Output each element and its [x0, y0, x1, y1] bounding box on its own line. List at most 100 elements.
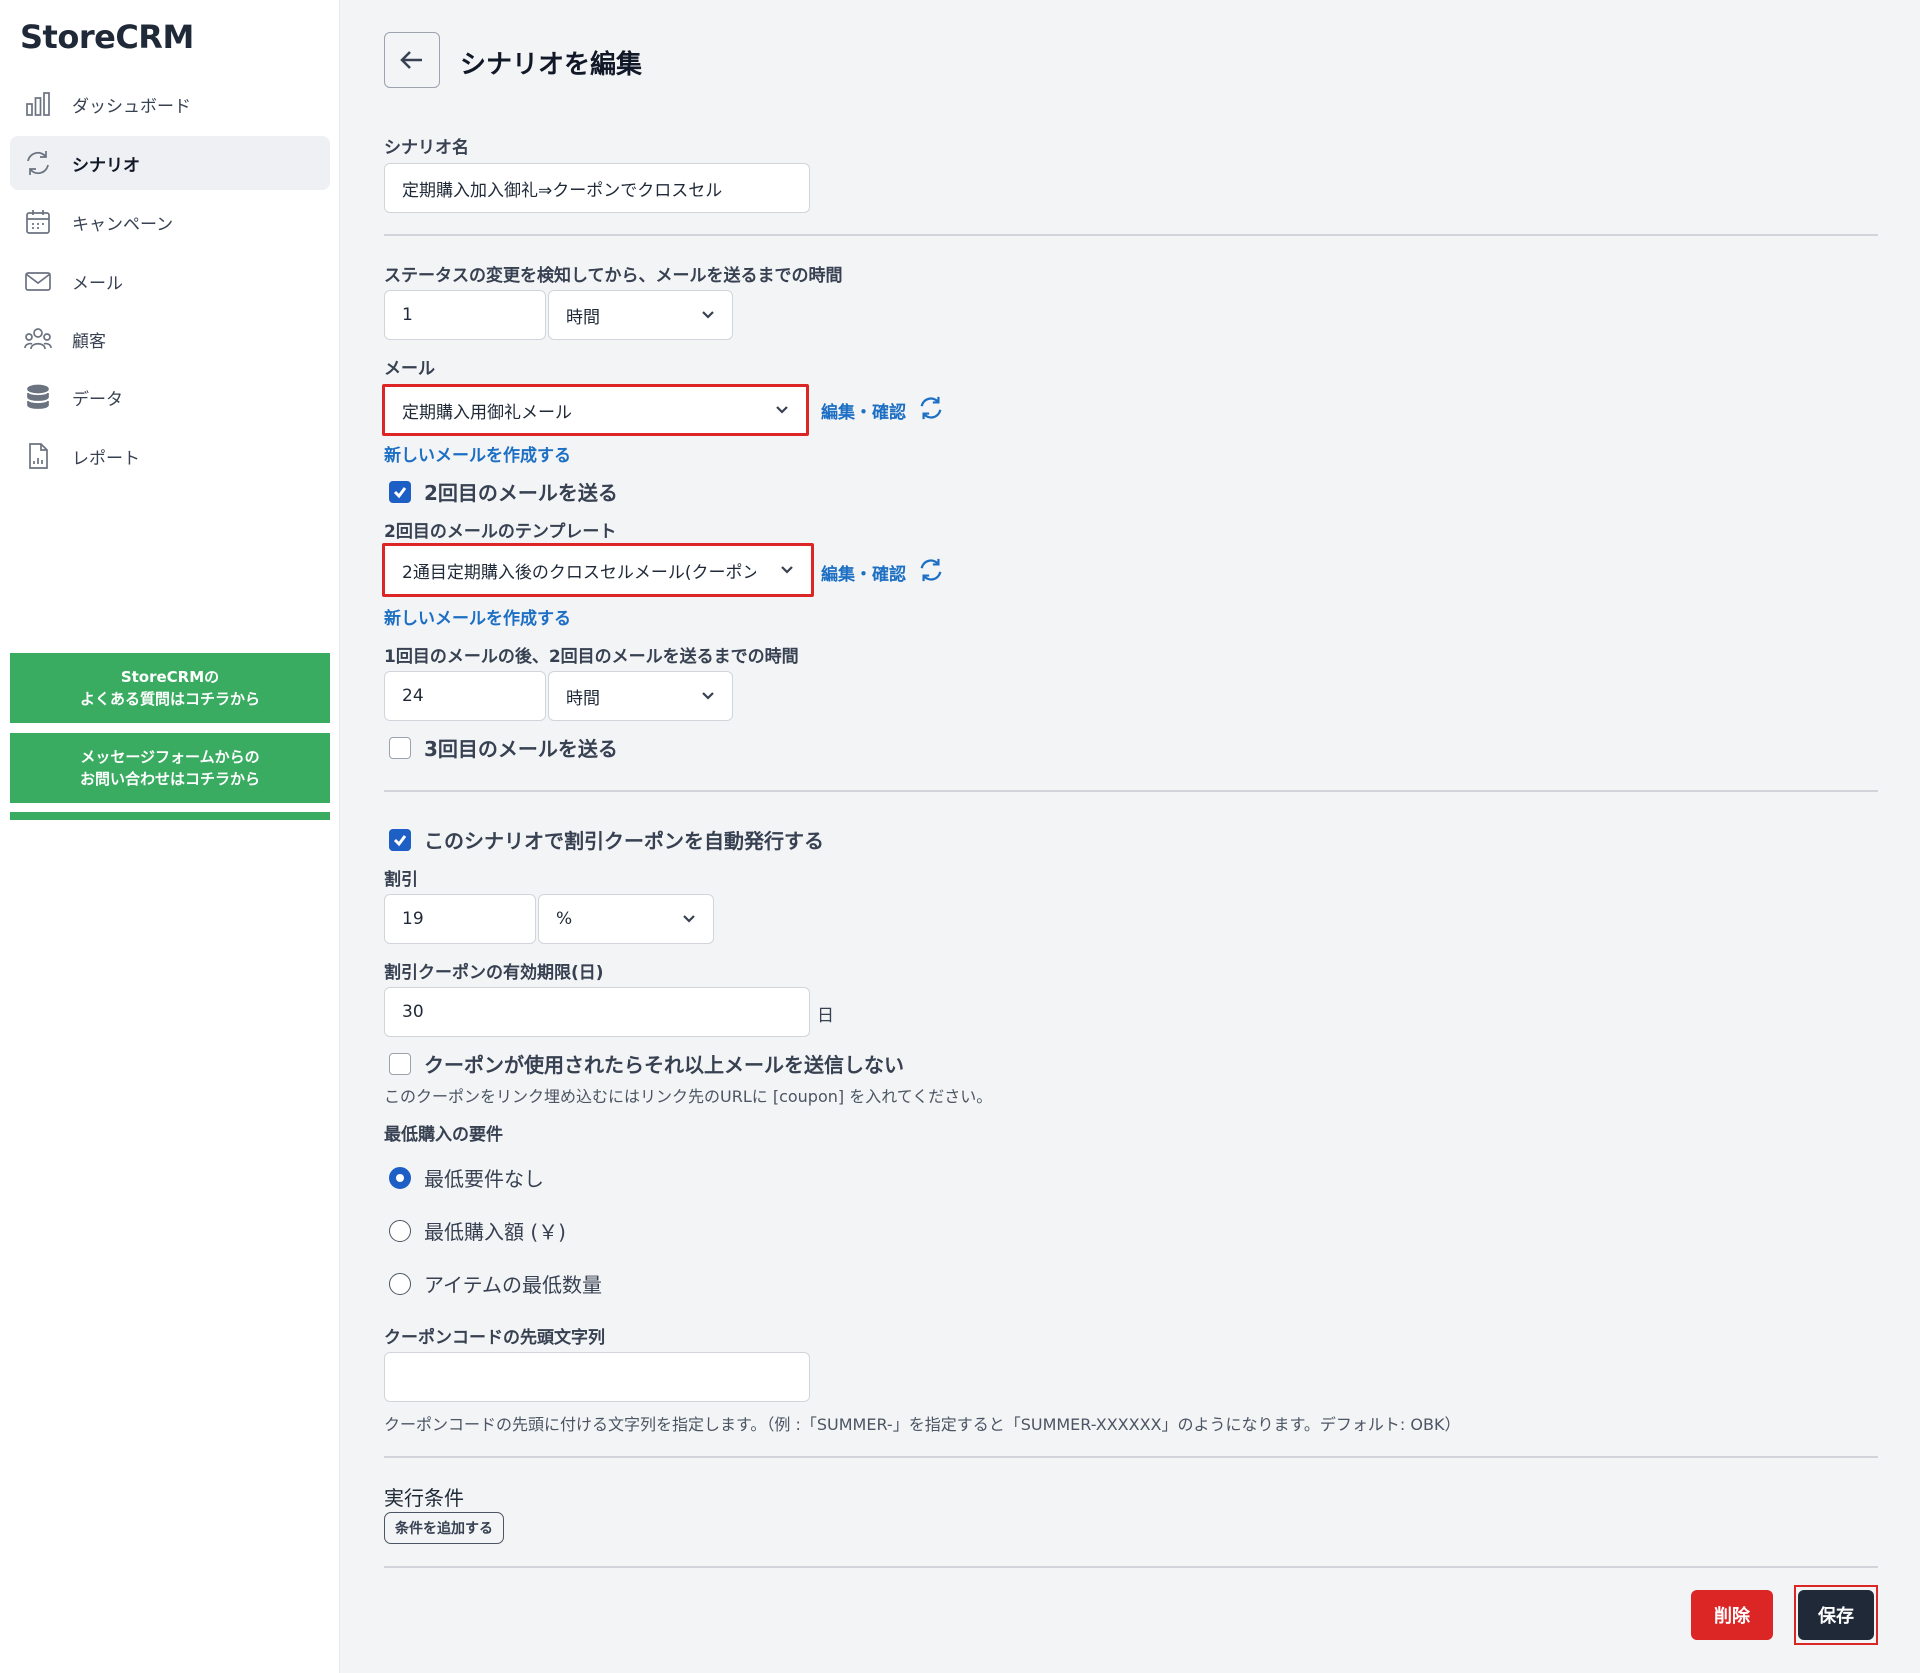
- database-icon: [24, 383, 52, 411]
- second-delay-unit-select[interactable]: 時間: [548, 671, 733, 721]
- sidebar-item-data[interactable]: データ: [10, 370, 330, 424]
- sidebar-item-label: レポート: [72, 448, 140, 469]
- third-mail-checkbox[interactable]: [389, 736, 411, 759]
- chevron-down-icon: [774, 402, 790, 418]
- discount-unit-select[interactable]: %: [538, 894, 714, 944]
- second-template-value: 2通目定期購入後のクロスセルメール(クーポン付き): [402, 562, 756, 583]
- radio-label: 最低要件なし: [424, 1167, 544, 1191]
- sidebar-item-label: キャンペーン: [72, 214, 174, 235]
- radio-button[interactable]: [389, 1166, 411, 1189]
- mail-select[interactable]: 定期購入用御礼メール: [382, 384, 809, 436]
- chevron-down-icon: [681, 911, 697, 927]
- radio-min-amount[interactable]: 最低購入額 (￥): [384, 1216, 566, 1245]
- arrow-left-icon: [400, 51, 422, 69]
- faq-line-2: よくある質問はコチラから: [79, 690, 260, 708]
- divider: [384, 790, 1878, 792]
- app-logo: StoreCRM: [20, 18, 194, 56]
- chevron-down-icon: [779, 562, 795, 578]
- faq-button[interactable]: StoreCRMの よくある質問はコチラから: [10, 653, 330, 723]
- contact-line-1: メッセージフォームからの: [80, 748, 260, 766]
- mail-select-value: 定期購入用御礼メール: [402, 402, 572, 423]
- divider: [384, 1456, 1878, 1458]
- coupon-auto-checkbox[interactable]: [389, 828, 411, 851]
- stop-on-use-checkbox[interactable]: [389, 1052, 411, 1075]
- chevron-down-icon: [700, 307, 716, 323]
- check-icon: [393, 486, 407, 498]
- delay-unit-value: 時間: [566, 307, 600, 328]
- delay-input[interactable]: 1: [384, 290, 546, 340]
- radio-label: 最低購入額 (￥): [424, 1220, 566, 1244]
- faq-line-1: StoreCRMの: [120, 668, 220, 686]
- second-mail-check-label: 2回目のメールを送る: [424, 481, 618, 505]
- sidebar-item-dashboard[interactable]: ダッシュボード: [10, 77, 330, 131]
- help-strip: [10, 812, 330, 820]
- radio-min-quantity[interactable]: アイテムの最低数量: [384, 1269, 602, 1298]
- conditions-title: 実行条件: [384, 1486, 464, 1510]
- divider: [384, 234, 1878, 236]
- edit-confirm-link[interactable]: 編集・確認: [821, 398, 906, 423]
- calendar-icon: [24, 208, 52, 236]
- sidebar-item-label: ダッシュボード: [72, 96, 191, 117]
- new-mail-link-2[interactable]: 新しいメールを作成する: [384, 604, 571, 629]
- refresh-icon[interactable]: [918, 395, 944, 421]
- delay-unit-select[interactable]: 時間: [548, 290, 733, 340]
- add-condition-button[interactable]: 条件を追加する: [384, 1512, 504, 1544]
- second-template-select[interactable]: 2通目定期購入後のクロスセルメール(クーポン付き): [382, 543, 814, 597]
- sidebar-item-label: メール: [72, 273, 123, 294]
- sidebar-item-campaign[interactable]: キャンペーン: [10, 195, 330, 249]
- radio-button[interactable]: [389, 1219, 411, 1242]
- sidebar: StoreCRM ダッシュボード シナリオ キャンペーン メール 顧客 データ …: [0, 0, 340, 1673]
- expiry-unit: 日: [817, 1006, 834, 1026]
- second-delay-unit-value: 時間: [566, 688, 600, 709]
- discount-unit-value: %: [556, 909, 573, 929]
- sidebar-item-mail[interactable]: メール: [10, 254, 330, 308]
- refresh-icon[interactable]: [918, 557, 944, 583]
- discount-label: 割引: [384, 870, 418, 890]
- back-button[interactable]: [384, 32, 440, 88]
- expiry-input[interactable]: 30: [384, 987, 810, 1037]
- second-delay-input[interactable]: 24: [384, 671, 546, 721]
- second-template-label: 2回目のメールのテンプレート: [384, 522, 617, 542]
- coupon-auto-check-label: このシナリオで割引クーポンを自動発行する: [424, 829, 824, 853]
- coupon-link-hint: このクーポンをリンク埋め込むにはリンク先のURLに [coupon] を入れてく…: [384, 1087, 993, 1106]
- prefix-input[interactable]: [384, 1352, 810, 1402]
- radio-label: アイテムの最低数量: [424, 1273, 602, 1297]
- sidebar-item-report[interactable]: レポート: [10, 429, 330, 483]
- third-mail-check-label: 3回目のメールを送る: [424, 737, 618, 761]
- third-mail-checkbox-row[interactable]: 3回目のメールを送る: [384, 733, 618, 762]
- report-icon: [24, 442, 52, 470]
- contact-button[interactable]: メッセージフォームからの お問い合わせはコチラから: [10, 733, 330, 803]
- sidebar-item-customers[interactable]: 顧客: [10, 312, 330, 366]
- save-button[interactable]: 保存: [1798, 1590, 1874, 1640]
- coupon-auto-checkbox-row[interactable]: このシナリオで割引クーポンを自動発行する: [384, 825, 824, 854]
- new-mail-link[interactable]: 新しいメールを作成する: [384, 441, 571, 466]
- sidebar-item-label: データ: [72, 389, 123, 410]
- second-delay-label: 1回目のメールの後、2回目のメールを送るまでの時間: [384, 647, 799, 667]
- scenario-name-label: シナリオ名: [384, 138, 469, 158]
- scenario-name-input[interactable]: 定期購入加入御礼⇒クーポンでクロスセル: [384, 163, 810, 213]
- delete-button[interactable]: 削除: [1691, 1590, 1773, 1640]
- mail-icon: [24, 267, 52, 295]
- stop-on-use-check-label: クーポンが使用されたらそれ以上メールを送信しない: [424, 1053, 904, 1077]
- users-icon: [24, 325, 52, 353]
- edit-confirm-link-2[interactable]: 編集・確認: [821, 560, 906, 585]
- check-icon: [393, 834, 407, 846]
- radio-button[interactable]: [389, 1272, 411, 1295]
- second-mail-checkbox[interactable]: [389, 480, 411, 503]
- expiry-label: 割引クーポンの有効期限(日): [384, 963, 604, 983]
- page-title: シナリオを編集: [460, 50, 643, 80]
- delay-label: ステータスの変更を検知してから、メールを送るまでの時間: [384, 266, 843, 286]
- bar-chart-icon: [24, 90, 52, 118]
- prefix-label: クーポンコードの先頭文字列: [384, 1328, 605, 1348]
- discount-input[interactable]: 19: [384, 894, 536, 944]
- stop-on-use-checkbox-row[interactable]: クーポンが使用されたらそれ以上メールを送信しない: [384, 1049, 904, 1078]
- sidebar-item-scenario[interactable]: シナリオ: [10, 136, 330, 190]
- second-mail-checkbox-row[interactable]: 2回目のメールを送る: [384, 477, 618, 506]
- sidebar-item-label: 顧客: [72, 331, 106, 352]
- sidebar-item-label: シナリオ: [72, 155, 140, 176]
- prefix-hint: クーポンコードの先頭に付ける文字列を指定します。（例 :「SUMMER-」を指定…: [384, 1415, 1461, 1434]
- min-req-label: 最低購入の要件: [384, 1125, 503, 1145]
- radio-no-minimum[interactable]: 最低要件なし: [384, 1163, 544, 1192]
- mail-label: メール: [384, 359, 435, 379]
- chevron-down-icon: [700, 688, 716, 704]
